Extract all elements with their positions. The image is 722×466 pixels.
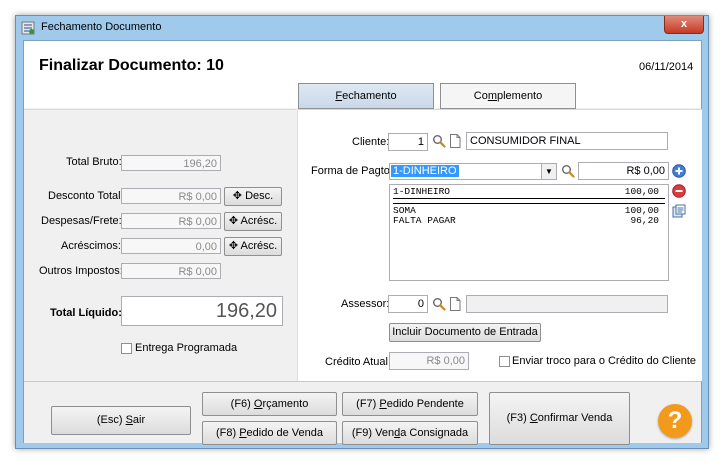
chevron-down-icon[interactable]: ▼ (541, 164, 556, 179)
credito-label: Crédito Atual: (325, 356, 392, 368)
venda-consignada-label-rest: a Consignada (400, 427, 469, 439)
falta-pagar-value: 96,20 (630, 215, 659, 226)
payment-list[interactable]: 1-DINHEIRO 100,00 SOMA 100,00 FALTA PAGAR 9… (389, 184, 669, 281)
dialog-window: Fechamento Documento x Finalizar Documen… (15, 15, 709, 449)
header: Finalizar Documento: 10 06/11/2014 Fecha… (24, 41, 701, 109)
list-item[interactable]: 1-DINHEIRO 100,00 (393, 187, 665, 197)
acrescimos-field[interactable]: 0,00 (121, 238, 221, 254)
pedido-pendente-hotkey: P (379, 398, 387, 410)
venda-consignada-button[interactable]: (F9) Venda Consignada (342, 421, 478, 445)
page-title: Finalizar Documento: 10 (39, 57, 224, 74)
document-date: 06/11/2014 (639, 61, 694, 73)
remove-icon[interactable] (672, 184, 686, 198)
venda-consignada-label: (F9) Ven (351, 427, 395, 439)
impostos-label: Outros Impostos: (39, 265, 123, 277)
desconto-label: Desconto Total: (48, 190, 124, 202)
sair-button-hotkey: S (125, 414, 133, 426)
list-separator (393, 198, 665, 204)
close-button[interactable]: x (664, 16, 704, 34)
assessor-code-input[interactable]: 0 (388, 295, 428, 313)
list-item-value: 100,00 (624, 186, 659, 197)
entrega-programada-label: Entrega Programada (135, 342, 238, 354)
despesas-label: Despesas/Frete: (41, 215, 122, 227)
pedido-venda-hotkey: P (239, 427, 247, 439)
cliente-code-input[interactable]: 1 (388, 133, 428, 151)
title-bar[interactable]: Fechamento Documento x (16, 16, 708, 40)
acrescimos-button-label: Acrésc. (240, 240, 278, 252)
assessor-label: Assessor: (341, 298, 390, 310)
credito-field[interactable]: R$ 0,00 (389, 352, 469, 370)
window-title: Fechamento Documento (41, 21, 162, 33)
total-liquido-field[interactable]: 196,20 (121, 296, 283, 326)
cliente-name-field[interactable]: CONSUMIDOR FINAL (466, 132, 668, 150)
pedido-pendente-label: (F7) (356, 398, 380, 410)
app-icon (21, 21, 35, 35)
orcamento-button[interactable]: (F6) Orçamento (202, 392, 337, 416)
totals-panel: Total Bruto: 196,20 Desconto Total: R$ 0… (24, 109, 296, 381)
pedido-venda-label-rest: edido de Venda (246, 427, 324, 439)
confirmar-label: (F3) (506, 412, 530, 424)
despesas-acresc-button[interactable]: ✥ Acrésc. (224, 212, 282, 231)
acrescimos-label: Acréscimos: (61, 240, 121, 252)
dialog-body: Finalizar Documento: 10 06/11/2014 Fecha… (23, 40, 702, 445)
confirmar-hotkey: C (529, 412, 538, 424)
tab-label: Co (473, 90, 488, 102)
assessor-name-field (466, 295, 668, 313)
pedido-pendente-button[interactable]: (F7) Pedido Pendente (342, 392, 478, 416)
search-icon[interactable] (432, 297, 446, 311)
cliente-label: Cliente: (352, 136, 390, 148)
impostos-field[interactable]: R$ 0,00 (121, 263, 221, 279)
despesas-field[interactable]: R$ 0,00 (121, 213, 221, 229)
enviar-troco-label: Enviar troco para o Crédito do Cliente (512, 355, 697, 367)
document-icon[interactable] (449, 134, 461, 148)
orcamento-label: (F6) (230, 398, 254, 410)
total-bruto-label: Total Bruto: (66, 156, 122, 168)
desconto-button[interactable]: ✥ Desc. (224, 187, 282, 206)
incluir-documento-button[interactable]: Incluir Documento de Entrada (389, 323, 541, 342)
confirmar-venda-button[interactable]: (F3) Confirmar Venda (489, 392, 630, 445)
orcamento-label-rest: rçamento (262, 398, 309, 410)
entrega-programada-checkbox[interactable] (121, 343, 132, 354)
document-icon[interactable] (449, 297, 461, 311)
copy-list-icon[interactable] (672, 204, 686, 218)
tab-fechamento[interactable]: Fechamento (298, 83, 434, 109)
desconto-button-label: Desc. (245, 190, 274, 202)
confirmar-label-rest: onfirmar Venda (537, 412, 613, 424)
falta-pagar-label: FALTA PAGAR (393, 215, 456, 226)
search-icon[interactable] (561, 164, 575, 178)
plus-move-icon: ✥ (228, 215, 241, 227)
tab-complemento[interactable]: Complemento (440, 83, 576, 109)
list-item-desc: 1-DINHEIRO (393, 186, 451, 197)
acrescimos-acresc-button[interactable]: ✥ Acrésc. (224, 237, 282, 256)
pedido-venda-button[interactable]: (F8) Pedido de Venda (202, 421, 337, 445)
add-icon[interactable] (672, 164, 686, 178)
plus-move-icon: ✥ (228, 240, 241, 252)
desconto-field[interactable]: R$ 0,00 (121, 188, 221, 204)
pedido-venda-label: (F8) (215, 427, 240, 439)
sair-button-label: (Esc) (96, 414, 126, 426)
tab-label: plemento (496, 90, 543, 102)
forma-pagto-select[interactable]: 1-DINHEIRO ▼ (389, 163, 557, 180)
bottom-bar: (Esc) Sair (F6) Orçamento (F7) Pedido Pe… (24, 381, 701, 445)
pagto-amount-field[interactable]: R$ 0,00 (578, 162, 669, 180)
forma-pagto-label: Forma de Pagto: (311, 165, 393, 177)
total-liquido-label: Total Líquido: (50, 307, 122, 319)
list-item: FALTA PAGAR 96,20 (393, 216, 665, 226)
enviar-troco-checkbox[interactable] (499, 356, 510, 367)
help-icon[interactable]: ? (658, 404, 692, 438)
tab-label: echamento (342, 90, 397, 102)
forma-pagto-selected: 1-DINHEIRO (391, 165, 459, 177)
despesas-button-label: Acrésc. (240, 215, 278, 227)
total-bruto-field[interactable]: 196,20 (121, 155, 221, 171)
plus-move-icon: ✥ (232, 190, 246, 202)
pedido-pendente-label-rest: edido Pendente (386, 398, 464, 410)
tab-label-underlined: m (487, 90, 497, 102)
sair-button[interactable]: (Esc) Sair (51, 406, 191, 435)
sair-button-label-rest: air (132, 414, 146, 426)
search-icon[interactable] (432, 134, 446, 148)
